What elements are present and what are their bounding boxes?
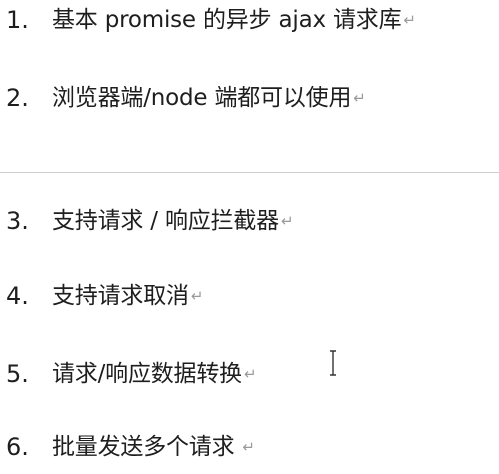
paragraph-mark-icon: ↵ bbox=[243, 365, 257, 384]
paragraph-mark-icon: ↵ bbox=[280, 212, 294, 231]
list-text[interactable]: 浏览器端/node 端都可以使用 ↵ bbox=[52, 80, 366, 117]
list-text[interactable]: 支持请求 / 响应拦截器 ↵ bbox=[52, 203, 294, 240]
list-number: 2. bbox=[6, 84, 29, 112]
paragraph-mark-icon: ↵ bbox=[190, 287, 204, 306]
paragraph-mark-icon: ↵ bbox=[403, 11, 416, 30]
list-text[interactable]: 请求/响应数据转换 ↵ bbox=[52, 356, 257, 393]
paragraph-mark-icon: ↵ bbox=[353, 89, 366, 108]
list-text[interactable]: 基本 promise 的异步 ajax 请求库 ↵ bbox=[52, 2, 416, 39]
list-number: 5. bbox=[6, 360, 29, 388]
text-cursor-icon bbox=[328, 350, 338, 376]
list-number: 4. bbox=[6, 282, 29, 310]
list-number: 3. bbox=[6, 207, 29, 235]
document-page: 1. 基本 promise 的异步 ajax 请求库 ↵ 2. 浏览器端/node… bbox=[0, 0, 499, 474]
divider bbox=[0, 172, 499, 173]
list-text[interactable]: 批量发送多个请求 ↵ bbox=[52, 429, 255, 466]
paragraph-mark-icon: ↵ bbox=[242, 438, 255, 457]
list-number: 1. bbox=[6, 6, 29, 34]
list-number: 6. bbox=[6, 433, 29, 461]
list-text[interactable]: 支持请求取消 ↵ bbox=[52, 278, 203, 315]
